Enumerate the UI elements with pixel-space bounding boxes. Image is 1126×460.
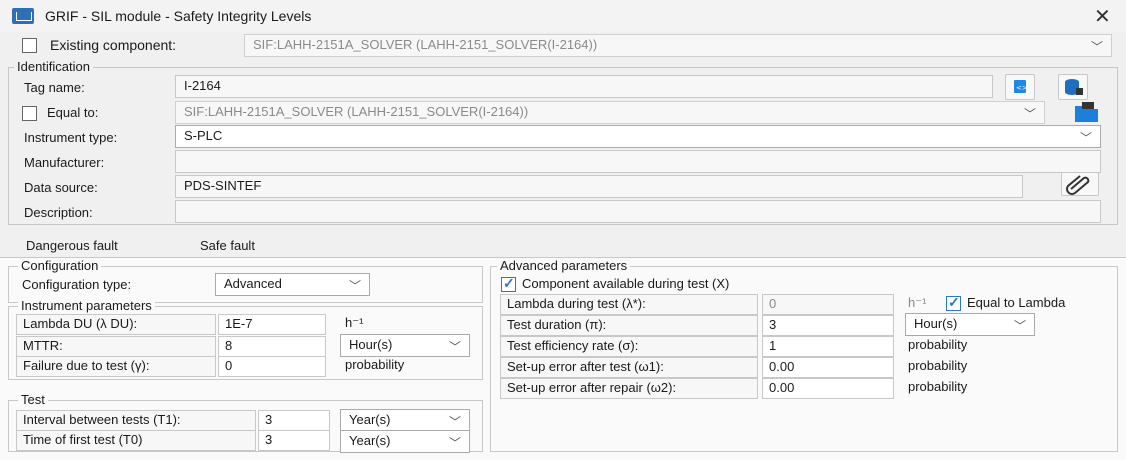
tab-dangerous-fault[interactable]: Dangerous fault <box>26 238 118 253</box>
chevron-down-icon: ﹀ <box>448 436 461 450</box>
interval-unit-select[interactable]: Year(s) ﹀ <box>340 409 470 432</box>
code-icon: <> <box>1014 80 1028 93</box>
test-duration-label: Test duration (π): <box>500 315 758 336</box>
chevron-down-icon: ﹀ <box>1013 319 1026 333</box>
equal-to-checkbox[interactable] <box>22 106 37 121</box>
existing-component-label: Existing component: <box>50 37 177 53</box>
database-icon <box>1065 79 1083 95</box>
manufacturer-input[interactable] <box>175 150 1101 173</box>
lambda-during-test-input[interactable]: 0 <box>762 294 894 315</box>
data-source-input[interactable]: PDS-SINTEF <box>175 175 1023 198</box>
lambda-du-input[interactable]: 1E-7 <box>218 314 326 335</box>
first-test-unit-value: Year(s) <box>349 433 391 448</box>
description-label: Description: <box>24 205 93 220</box>
failure-due-to-test-label: Failure due to test (γ): <box>16 356 216 377</box>
lambda-du-label: Lambda DU (λ DU): <box>16 314 216 335</box>
advanced-parameters-legend: Advanced parameters <box>497 258 631 273</box>
app-icon <box>12 8 34 24</box>
equal-to-value: SIF:LAHH-2151A_SOLVER (LAHH-2151_SOLVER(… <box>184 104 529 119</box>
tab-safe-fault[interactable]: Safe fault <box>200 238 255 253</box>
tag-name-input[interactable]: I-2164 <box>175 75 993 98</box>
paperclip-icon <box>1066 175 1090 195</box>
instrument-parameters-legend: Instrument parameters <box>18 298 155 313</box>
existing-component-checkbox[interactable] <box>22 38 37 53</box>
test-duration-unit-select[interactable]: Hour(s) ﹀ <box>905 313 1035 336</box>
failure-due-to-test-input[interactable]: 0 <box>218 356 326 377</box>
setup-error-after-repair-unit: probability <box>908 379 968 394</box>
setup-error-after-test-label: Set-up error after test (ω1): <box>500 357 758 378</box>
failure-due-to-test-unit: probability <box>345 357 405 372</box>
lambda-during-test-label: Lambda during test (λ*): <box>500 294 758 315</box>
code-button[interactable]: <> <box>1005 74 1035 100</box>
chevron-down-icon: ﹀ <box>1079 131 1092 145</box>
test-duration-input[interactable]: 3 <box>762 315 894 336</box>
chevron-down-icon: ﹀ <box>348 279 361 293</box>
chevron-down-icon: ﹀ <box>448 340 461 354</box>
test-efficiency-label: Test efficiency rate (σ): <box>500 336 758 357</box>
test-efficiency-unit: probability <box>908 337 968 352</box>
time-of-first-test-input[interactable]: 3 <box>258 430 330 451</box>
description-input[interactable] <box>175 200 1101 223</box>
existing-component-value: SIF:LAHH-2151A_SOLVER (LAHH-2151_SOLVER(… <box>253 37 598 52</box>
instrument-type-label: Instrument type: <box>24 130 118 145</box>
component-available-checkbox[interactable] <box>501 275 516 292</box>
mttr-input[interactable]: 8 <box>218 336 326 357</box>
equal-to-label: Equal to: <box>47 105 99 120</box>
equal-to-select: SIF:LAHH-2151A_SOLVER (LAHH-2151_SOLVER(… <box>175 101 1045 124</box>
setup-error-after-test-unit: probability <box>908 358 968 373</box>
folder-icon <box>1075 102 1098 122</box>
chevron-down-icon: ﹀ <box>1023 107 1036 121</box>
interval-between-tests-input[interactable]: 3 <box>258 410 330 431</box>
test-efficiency-input[interactable]: 1 <box>762 336 894 357</box>
chevron-down-icon: ﹀ <box>448 415 461 429</box>
data-source-label: Data source: <box>24 180 98 195</box>
svg-text:<>: <> <box>1016 84 1028 92</box>
instrument-type-value: S-PLC <box>184 128 223 143</box>
setup-error-after-repair-input[interactable]: 0.00 <box>762 378 894 399</box>
configuration-type-select[interactable]: Advanced ﹀ <box>215 273 370 296</box>
configuration-legend: Configuration <box>18 258 102 273</box>
mttr-label: MTTR: <box>16 336 216 357</box>
folder-button[interactable] <box>1072 100 1102 127</box>
mttr-unit-select[interactable]: Hour(s) ﹀ <box>340 334 470 357</box>
setup-error-after-repair-label: Set-up error after repair (ω2): <box>500 378 758 399</box>
manufacturer-label: Manufacturer: <box>24 155 105 170</box>
instrument-type-select[interactable]: S-PLC ﹀ <box>175 125 1101 148</box>
attach-button[interactable] <box>1061 172 1099 196</box>
equal-to-lambda-checkbox[interactable] <box>946 294 961 311</box>
chevron-down-icon: ﹀ <box>1090 40 1103 54</box>
identification-legend: Identification <box>14 59 93 74</box>
first-test-unit-select[interactable]: Year(s) ﹀ <box>340 430 470 453</box>
interval-between-tests-label: Interval between tests (T1): <box>16 410 256 431</box>
close-icon[interactable]: ✕ <box>1094 4 1111 29</box>
configuration-type-label: Configuration type: <box>22 277 132 292</box>
time-of-first-test-label: Time of first test (T0) <box>16 430 256 451</box>
lambda-du-unit: h⁻¹ <box>345 315 364 330</box>
setup-error-after-test-input[interactable]: 0.00 <box>762 357 894 378</box>
window-title: GRIF - SIL module - Safety Integrity Lev… <box>45 8 312 24</box>
tag-name-label: Tag name: <box>24 80 85 95</box>
configuration-type-value: Advanced <box>224 276 282 291</box>
mttr-unit-value: Hour(s) <box>349 337 393 352</box>
existing-component-select: SIF:LAHH-2151A_SOLVER (LAHH-2151_SOLVER(… <box>244 34 1112 57</box>
lambda-during-test-unit: h⁻¹ <box>908 295 927 310</box>
test-legend: Test <box>18 392 48 407</box>
interval-unit-value: Year(s) <box>349 412 391 427</box>
component-available-label: Component available during test (X) <box>522 276 730 291</box>
database-button[interactable] <box>1058 74 1088 100</box>
test-duration-unit-value: Hour(s) <box>914 316 958 331</box>
equal-to-lambda-label: Equal to Lambda <box>967 295 1066 310</box>
